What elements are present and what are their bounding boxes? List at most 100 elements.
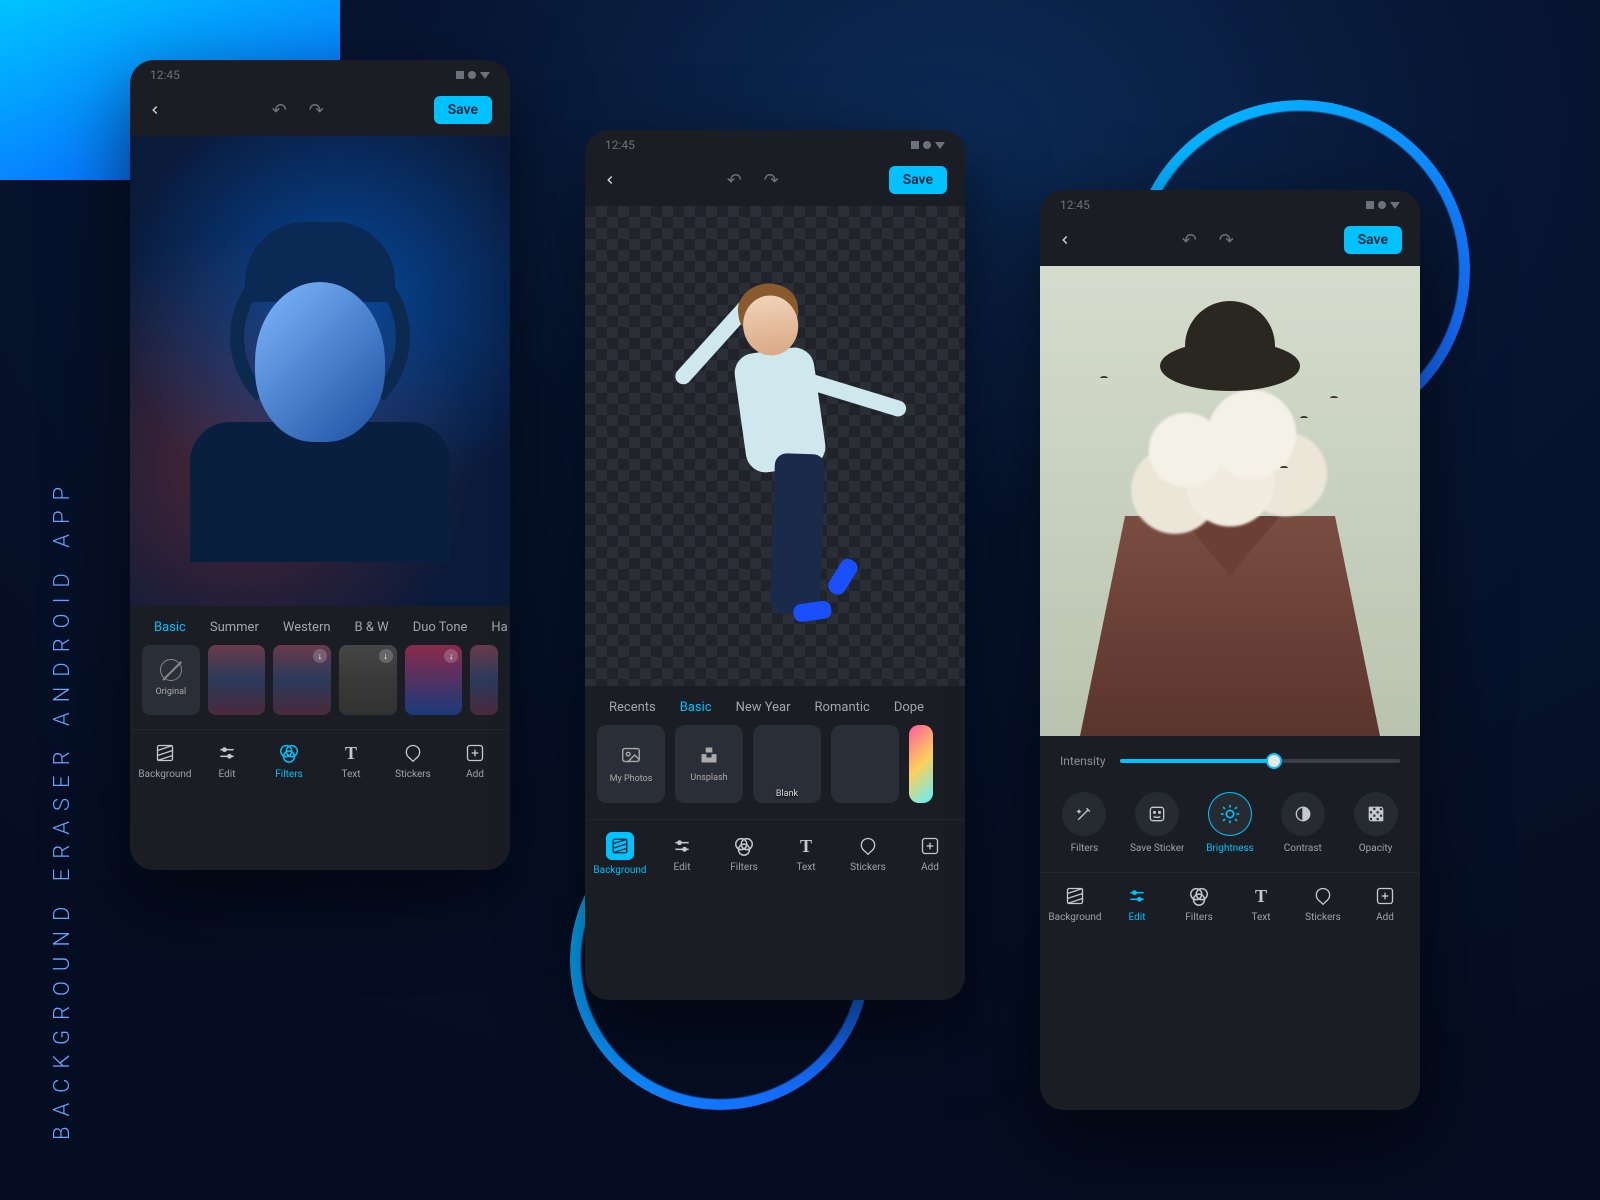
editor-topbar: ↶ ↷ Save: [1040, 216, 1420, 266]
bg-source-unsplash[interactable]: Unsplash: [675, 725, 743, 803]
background-icon: [154, 742, 176, 764]
filter-thumb-original[interactable]: Original: [142, 645, 200, 715]
phone-mockup-edit: 12:45 ↶ ↷ Save Intensity Filters: [1040, 190, 1420, 1110]
sticker-save-icon: [1135, 792, 1179, 836]
sticker-icon: [402, 742, 424, 764]
text-icon: T: [795, 835, 817, 857]
add-icon: [1374, 885, 1396, 907]
bg-tab-newyear[interactable]: New Year: [724, 700, 803, 715]
filter-thumb[interactable]: [208, 645, 266, 715]
nav-add[interactable]: Add: [446, 742, 504, 780]
bg-thumb-label: Unsplash: [690, 773, 727, 783]
undo-button[interactable]: ↶: [727, 170, 742, 191]
editor-canvas[interactable]: [585, 206, 965, 686]
filter-thumb[interactable]: ↓: [405, 645, 463, 715]
adjust-label: Opacity: [1359, 843, 1393, 854]
nav-filters[interactable]: Filters: [1170, 885, 1228, 923]
nav-label: Background: [1048, 912, 1101, 923]
nav-stickers[interactable]: Stickers: [839, 835, 897, 873]
nav-background[interactable]: Background: [1046, 885, 1104, 923]
filters-icon: [733, 835, 755, 857]
bg-tab-dope[interactable]: Dope: [882, 700, 936, 715]
status-bar: 12:45: [585, 130, 965, 156]
bg-source-blank[interactable]: Blank: [753, 725, 821, 803]
filters-icon: [1188, 885, 1210, 907]
adjust-contrast[interactable]: Contrast: [1270, 792, 1336, 854]
back-button[interactable]: [603, 173, 617, 187]
nav-label: Background: [138, 769, 191, 780]
nav-label: Add: [466, 769, 484, 780]
back-button[interactable]: [1058, 233, 1072, 247]
adjust-label: Save Sticker: [1130, 843, 1184, 854]
nav-add[interactable]: Add: [1356, 885, 1414, 923]
bg-preset-sunset[interactable]: [831, 725, 899, 803]
back-button[interactable]: [148, 103, 162, 117]
filter-tab-summer[interactable]: Summer: [198, 620, 271, 635]
nav-text[interactable]: T Text: [1232, 885, 1290, 923]
redo-button[interactable]: ↷: [1219, 230, 1234, 251]
opacity-icon: [1354, 792, 1398, 836]
add-icon: [464, 742, 486, 764]
undo-button[interactable]: ↶: [1182, 230, 1197, 251]
redo-button[interactable]: ↷: [764, 170, 779, 191]
bg-tab-basic[interactable]: Basic: [668, 700, 724, 715]
slider-knob[interactable]: [1266, 753, 1282, 769]
nav-filters[interactable]: Filters: [715, 835, 773, 873]
filters-icon: [278, 742, 300, 764]
adjust-opacity[interactable]: Opacity: [1343, 792, 1409, 854]
nav-label: Filters: [730, 862, 758, 873]
filter-thumb[interactable]: ↓: [273, 645, 331, 715]
nav-text[interactable]: T Text: [322, 742, 380, 780]
nav-filters[interactable]: Filters: [260, 742, 318, 780]
intensity-label: Intensity: [1060, 754, 1106, 768]
canvas-image-headphones: [130, 136, 510, 606]
promo-side-title: BACKGROUND ERASER ANDROID APP: [50, 477, 75, 1140]
nav-label: Stickers: [1305, 912, 1341, 923]
filter-category-tabs: Basic Summer Western B & W Duo Tone Ha: [130, 606, 510, 645]
status-time: 12:45: [150, 68, 180, 82]
bg-source-myphotos[interactable]: My Photos: [597, 725, 665, 803]
filter-tab-duotone[interactable]: Duo Tone: [401, 620, 480, 635]
bg-preset-gradient[interactable]: [909, 725, 933, 803]
nav-background[interactable]: Background: [591, 832, 649, 876]
nav-edit[interactable]: Edit: [1108, 885, 1166, 923]
text-icon: T: [340, 742, 362, 764]
phone-mockup-background: 12:45 ↶ ↷ Save Recents Basic New Year Ro…: [585, 130, 965, 1000]
filter-tab-western[interactable]: Western: [271, 620, 343, 635]
redo-button[interactable]: ↷: [309, 100, 324, 121]
filter-thumb[interactable]: [470, 645, 498, 715]
filter-tab-bw[interactable]: B & W: [343, 620, 401, 635]
intensity-slider[interactable]: [1120, 759, 1400, 763]
nav-text[interactable]: T Text: [777, 835, 835, 873]
nav-edit[interactable]: Edit: [653, 835, 711, 873]
status-time: 12:45: [605, 138, 635, 152]
undo-button[interactable]: ↶: [272, 100, 287, 121]
unsplash-icon: [699, 745, 719, 765]
nav-label: Text: [1251, 912, 1270, 923]
editor-canvas[interactable]: [130, 136, 510, 606]
nav-label: Text: [341, 769, 360, 780]
save-button[interactable]: Save: [434, 96, 492, 124]
background-thumbnails: My Photos Unsplash Blank: [585, 725, 965, 819]
filter-tab-basic[interactable]: Basic: [142, 620, 198, 635]
nav-label: Add: [1376, 912, 1394, 923]
bg-tab-romantic[interactable]: Romantic: [803, 700, 882, 715]
save-button[interactable]: Save: [1344, 226, 1402, 254]
nav-stickers[interactable]: Stickers: [384, 742, 442, 780]
editor-topbar: ↶ ↷ Save: [130, 86, 510, 136]
filter-thumb[interactable]: ↓: [339, 645, 397, 715]
nav-add[interactable]: Add: [901, 835, 959, 873]
editor-topbar: ↶ ↷ Save: [585, 156, 965, 206]
adjust-save-sticker[interactable]: Save Sticker: [1124, 792, 1190, 854]
nav-label: Stickers: [395, 769, 431, 780]
editor-canvas[interactable]: [1040, 266, 1420, 736]
bg-tab-recents[interactable]: Recents: [597, 700, 668, 715]
nav-edit[interactable]: Edit: [198, 742, 256, 780]
intensity-row: Intensity: [1040, 736, 1420, 778]
nav-stickers[interactable]: Stickers: [1294, 885, 1352, 923]
adjust-filters[interactable]: Filters: [1051, 792, 1117, 854]
save-button[interactable]: Save: [889, 166, 947, 194]
adjust-brightness[interactable]: Brightness: [1197, 792, 1263, 854]
filter-tab-more[interactable]: Ha: [479, 620, 510, 635]
nav-background[interactable]: Background: [136, 742, 194, 780]
